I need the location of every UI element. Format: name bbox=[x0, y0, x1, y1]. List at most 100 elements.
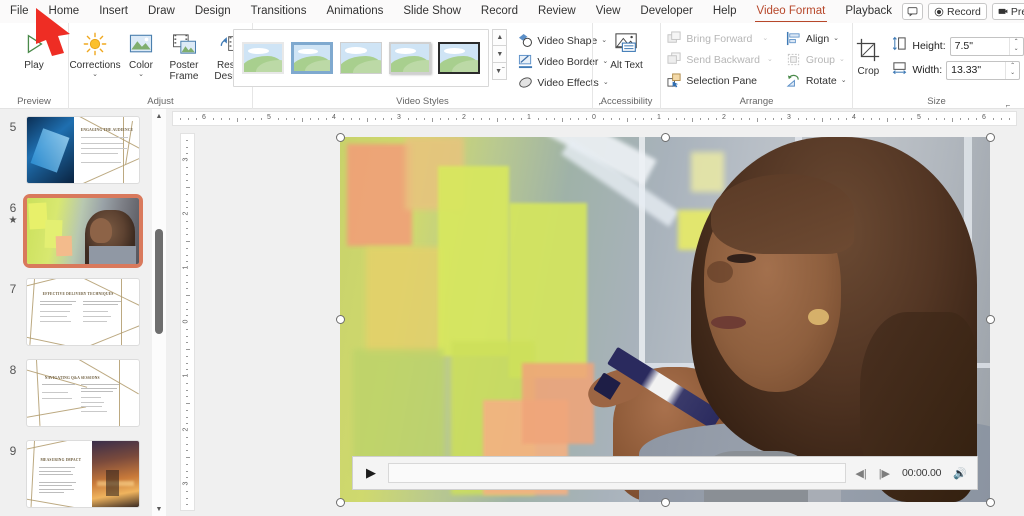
tab-animations[interactable]: Animations bbox=[316, 0, 393, 23]
group-caret-icon[interactable]: ⌄ bbox=[839, 56, 845, 63]
tab-record[interactable]: Record bbox=[471, 0, 528, 23]
ruler-tick bbox=[186, 409, 188, 411]
group-button[interactable]: Group ⌄ bbox=[783, 49, 850, 70]
scrollbar-thumb[interactable] bbox=[155, 229, 163, 334]
tab-review[interactable]: Review bbox=[528, 0, 586, 23]
size-fields: Height: ⌃⌄ Width: ⌃⌄ bbox=[892, 32, 1024, 82]
tab-home[interactable]: Home bbox=[39, 0, 90, 23]
thumbnail-frame[interactable]: EFFECTIVE DELIVERY TECHNIQUES bbox=[26, 278, 140, 346]
slide-thumbnail-9[interactable]: 9 MEASURING IMPACT bbox=[0, 438, 152, 516]
ruler-tick bbox=[870, 118, 872, 120]
send-backward-button[interactable]: Send Backward ⌄ bbox=[663, 49, 775, 70]
tab-transitions[interactable]: Transitions bbox=[241, 0, 317, 23]
video-styles-gallery[interactable] bbox=[233, 29, 490, 87]
poster-frame-button[interactable]: Poster Frame bbox=[161, 26, 207, 82]
width-spin-arrows[interactable]: ⌃ ⌄ bbox=[1005, 61, 1019, 79]
corrections-caret-icon[interactable]: ⌄ bbox=[92, 71, 98, 78]
thumbnail-frame[interactable]: NAVIGATING Q&A SESSIONS bbox=[26, 359, 140, 427]
ruler-tick bbox=[456, 118, 458, 120]
bring-forward-caret-icon[interactable]: ⌄ bbox=[762, 35, 768, 42]
scroll-up-icon[interactable]: ▲ bbox=[152, 109, 166, 123]
video-style-thumb[interactable] bbox=[242, 42, 285, 74]
media-control-bar[interactable]: ▶ ◀| |▶ 00:00.00 🔊 bbox=[352, 456, 978, 490]
selection-handle-middle-right[interactable] bbox=[986, 315, 995, 324]
tab-video-format[interactable]: Video Format bbox=[747, 0, 836, 23]
tab-slide-show[interactable]: Slide Show bbox=[393, 0, 471, 23]
previous-frame-icon[interactable]: ◀| bbox=[852, 467, 869, 480]
video-style-thumb[interactable] bbox=[340, 42, 383, 74]
video-style-thumb[interactable] bbox=[291, 42, 334, 74]
selection-handle-top-left[interactable] bbox=[336, 133, 345, 142]
selection-handle-top-right[interactable] bbox=[986, 133, 995, 142]
selection-handle-bottom-left[interactable] bbox=[336, 498, 345, 507]
selection-handle-top-center[interactable] bbox=[661, 133, 670, 142]
tab-developer[interactable]: Developer bbox=[630, 0, 702, 23]
video-style-thumb[interactable] bbox=[438, 42, 481, 74]
corrections-button[interactable]: Corrections ⌄ bbox=[69, 26, 121, 78]
align-caret-icon[interactable]: ⌄ bbox=[833, 35, 839, 42]
selection-handle-bottom-right[interactable] bbox=[986, 498, 995, 507]
ruler-tick bbox=[186, 349, 190, 350]
height-stepper[interactable]: ⌃⌄ bbox=[949, 36, 1024, 56]
slide-thumbnail-5[interactable]: 5 ENGAGING THE AUDIENCE bbox=[0, 114, 152, 195]
height-input[interactable] bbox=[950, 37, 1009, 55]
ribbon-group-video-styles-label: Video Styles bbox=[396, 96, 449, 107]
selection-handle-middle-left[interactable] bbox=[336, 315, 345, 324]
present-in-button[interactable]: Present in bbox=[991, 3, 1024, 20]
tab-design[interactable]: Design bbox=[185, 0, 241, 23]
crop-button[interactable]: Crop bbox=[849, 32, 887, 77]
scroll-down-icon[interactable]: ▼ bbox=[152, 502, 166, 516]
rotate-caret-icon[interactable]: ⌄ bbox=[841, 77, 847, 84]
ruler-tick bbox=[943, 118, 945, 120]
tab-help[interactable]: Help bbox=[703, 0, 747, 23]
thumbnail-frame[interactable]: ENGAGING THE AUDIENCE bbox=[26, 116, 140, 184]
alt-text-button[interactable]: Alt Text bbox=[604, 26, 650, 71]
thumbnail-frame[interactable]: MEASURING IMPACT bbox=[26, 440, 140, 508]
selection-handle-bottom-center[interactable] bbox=[661, 498, 670, 507]
thumb-title: EFFECTIVE DELIVERY TECHNIQUES bbox=[42, 292, 114, 297]
comment-icon[interactable] bbox=[902, 3, 923, 20]
align-button[interactable]: Align ⌄ bbox=[783, 28, 850, 49]
vertical-ruler[interactable]: 3 2 1 0 1 2 3 bbox=[180, 133, 195, 511]
slide-thumbnail-panel[interactable]: 5 ENGAGING THE AUDIENCE 6 ★ 7 EFFECTIVE … bbox=[0, 109, 152, 516]
width-row: Width: ⌃⌄ bbox=[892, 58, 1023, 82]
size-dialog-launcher[interactable]: ⌐ bbox=[1003, 99, 1013, 110]
play-button[interactable]: Play bbox=[10, 26, 58, 71]
gallery-more-icon[interactable]: ▼‾ bbox=[492, 63, 508, 80]
ruler-tick bbox=[350, 118, 352, 120]
height-label: Height: bbox=[912, 40, 946, 52]
tab-view[interactable]: View bbox=[586, 0, 631, 23]
slide-thumbnail-6[interactable]: 6 ★ bbox=[0, 194, 152, 276]
color-caret-icon[interactable]: ⌄ bbox=[138, 71, 144, 78]
tab-playback[interactable]: Playback bbox=[835, 0, 902, 23]
rotate-button[interactable]: Rotate ⌄ bbox=[783, 70, 850, 91]
bring-forward-button[interactable]: Bring Forward ⌄ bbox=[663, 28, 775, 49]
selection-pane-button[interactable]: Selection Pane bbox=[663, 70, 775, 91]
next-frame-icon[interactable]: |▶ bbox=[876, 467, 893, 480]
slide-thumbnail-8[interactable]: 8 NAVIGATING Q&A SESSIONS bbox=[0, 357, 152, 438]
ruler-tick bbox=[220, 118, 222, 120]
video-object[interactable]: ▶ ◀| |▶ 00:00.00 🔊 bbox=[340, 137, 990, 502]
tab-insert[interactable]: Insert bbox=[89, 0, 138, 23]
tab-file[interactable]: File bbox=[0, 0, 39, 23]
thumbnail-frame-selected[interactable] bbox=[23, 194, 143, 268]
slide-thumbnail-7[interactable]: 7 EFFECTIVE DELIVERY TECHNIQUES bbox=[0, 276, 152, 357]
play-icon[interactable]: ▶ bbox=[360, 462, 382, 484]
scroll-up-icon[interactable]: ▲ bbox=[492, 29, 508, 46]
send-backward-caret-icon[interactable]: ⌄ bbox=[767, 56, 773, 63]
video-style-thumb[interactable] bbox=[389, 42, 432, 74]
accessibility-dialog-launcher[interactable]: ⌐ bbox=[596, 97, 606, 108]
tab-draw[interactable]: Draw bbox=[138, 0, 185, 23]
record-button[interactable]: Record bbox=[928, 3, 987, 20]
color-button[interactable]: Color ⌄ bbox=[122, 26, 160, 78]
slide-panel-scrollbar[interactable]: ▲ ▼ bbox=[152, 109, 166, 516]
width-input[interactable] bbox=[947, 61, 1006, 79]
width-stepper[interactable]: ⌃⌄ bbox=[946, 60, 1021, 80]
ruler-tick bbox=[440, 118, 442, 120]
volume-icon[interactable]: 🔊 bbox=[950, 467, 970, 480]
horizontal-ruler[interactable]: 6 5 4 3 2 1 0 1 2 3 4 5 6 bbox=[172, 111, 1017, 126]
media-progress-bar[interactable] bbox=[388, 463, 847, 483]
selection-pane-icon bbox=[666, 73, 682, 89]
scroll-down-icon[interactable]: ▼ bbox=[492, 46, 508, 63]
height-spin-arrows[interactable]: ⌃ ⌄ bbox=[1008, 37, 1023, 55]
